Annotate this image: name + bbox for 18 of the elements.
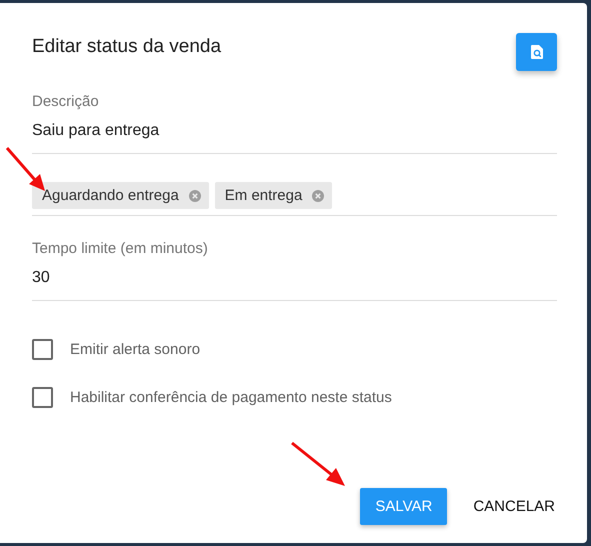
document-search-icon	[530, 45, 542, 59]
chip[interactable]: Aguardando entrega	[32, 182, 209, 209]
remove-icon[interactable]	[312, 190, 324, 202]
preview-button[interactable]	[516, 33, 557, 71]
cancel-button[interactable]: CANCELAR	[473, 488, 555, 525]
chip-label: Em entrega	[224, 187, 302, 204]
checkbox[interactable]	[32, 387, 53, 408]
chips-field[interactable]: Aguardando entrega Em entrega	[32, 154, 557, 216]
checkbox-label: Habilitar conferência de pagamento neste status	[70, 389, 392, 406]
remove-icon[interactable]	[188, 190, 201, 202]
chip[interactable]: Em entrega	[214, 182, 332, 209]
checkbox[interactable]	[32, 339, 53, 360]
checkbox-label: Emitir alerta sonoro	[70, 341, 200, 358]
chip-label: Aguardando entrega	[42, 187, 179, 204]
dialog-title: Editar status da venda	[32, 36, 222, 58]
field-label: Tempo limite (em minutos)	[32, 240, 209, 257]
field-label: Descrição	[32, 93, 100, 110]
annotation-arrow	[290, 441, 346, 487]
